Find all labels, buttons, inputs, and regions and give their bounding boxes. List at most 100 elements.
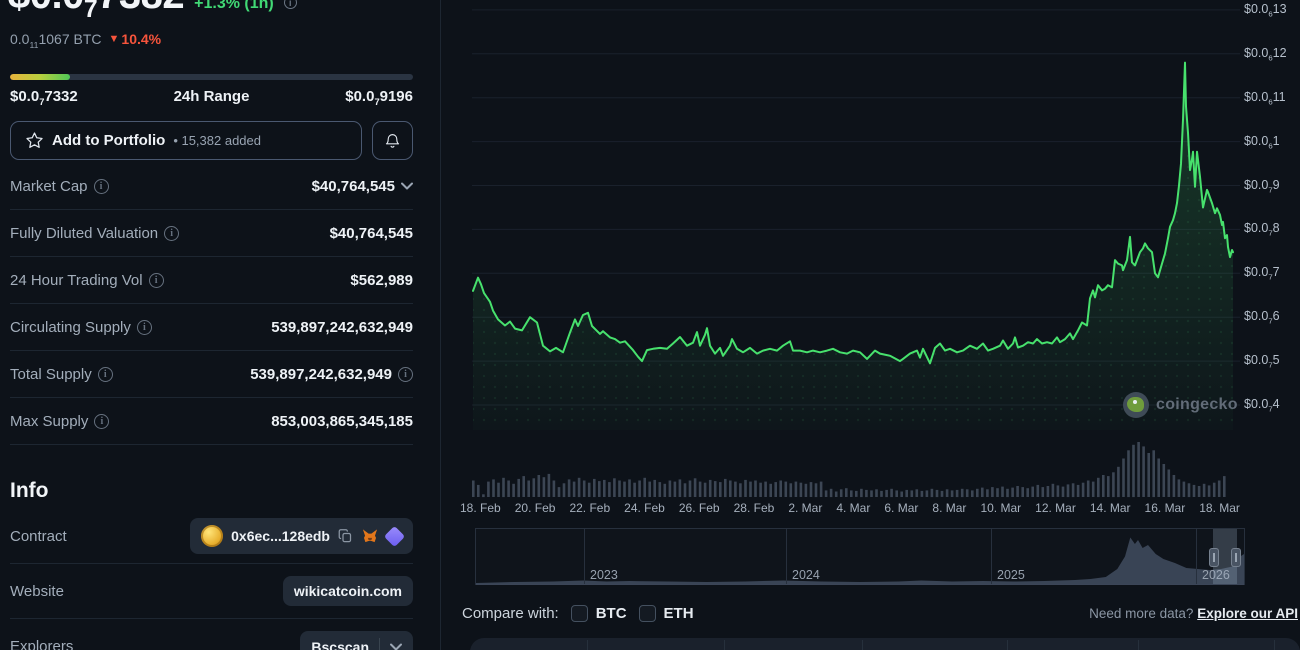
chevron-down-icon[interactable] xyxy=(401,182,413,190)
stat-row-fdv: Fully Diluted Valuation i $40,764,545 xyxy=(10,210,413,257)
coingecko-watermark: coingecko xyxy=(1123,392,1238,418)
info-icon[interactable]: i xyxy=(94,414,109,429)
year-divider xyxy=(584,529,585,584)
x-axis-tick: 2. Mar xyxy=(788,501,822,515)
compare-option-eth[interactable]: ETH xyxy=(639,605,694,622)
compare-option-btc[interactable]: BTC xyxy=(571,605,627,622)
bell-icon xyxy=(384,132,401,150)
y-axis-tick: $0.0613 xyxy=(1244,2,1287,16)
contract-label: Contract xyxy=(10,528,67,545)
explorers-pill[interactable]: Bscscan xyxy=(300,631,413,650)
btc-checkbox[interactable] xyxy=(571,605,588,622)
year-divider xyxy=(1196,529,1197,584)
add-to-portfolio-button[interactable]: Add to Portfolio • 15,382 added xyxy=(10,121,362,160)
y-axis-tick: $0.074 xyxy=(1244,397,1280,411)
x-axis-tick: 6. Mar xyxy=(884,501,918,515)
alert-bell-button[interactable] xyxy=(372,121,413,160)
stat-value: $40,764,545 xyxy=(312,178,395,195)
y-axis-tick: $0.078 xyxy=(1244,221,1280,235)
timeline-year: 2024 xyxy=(792,568,820,582)
api-prompt-text: Need more data? xyxy=(1089,606,1193,621)
info-icon[interactable]: i xyxy=(398,367,413,382)
eth-label: ETH xyxy=(664,605,694,622)
selection-handle-right[interactable] xyxy=(1231,548,1241,567)
x-axis-tick: 16. Mar xyxy=(1145,501,1186,515)
stat-row-max-supply: Max Supply i 853,003,865,345,185 xyxy=(10,398,413,445)
coin-price: $0.077382 xyxy=(8,0,184,18)
star-icon xyxy=(25,131,44,150)
y-axis-tick: $0.075 xyxy=(1244,353,1280,367)
info-rows: Contract 0x6ec...128edb Website wikicatc… xyxy=(10,509,413,650)
website-pill[interactable]: wikicatcoin.com xyxy=(283,576,413,606)
copy-icon[interactable] xyxy=(338,528,353,544)
stat-label: Market Cap xyxy=(10,178,88,195)
explorer-name: Bscscan xyxy=(311,639,369,650)
y-axis-tick: $0.061 xyxy=(1244,134,1280,148)
x-axis-tick: 18. Feb xyxy=(460,501,501,515)
info-icon[interactable]: i xyxy=(137,320,152,335)
timeline-scrubber[interactable]: 2023202420252026 xyxy=(475,528,1245,585)
info-section-title: Info xyxy=(10,479,48,503)
btc-price-row: 0.0111067 BTC ▼10.4% xyxy=(10,31,161,47)
wallet-gem-icon[interactable] xyxy=(384,525,405,546)
range-title: 24h Range xyxy=(174,88,250,105)
panel-divider xyxy=(440,0,441,650)
stat-row-total-supply: Total Supply i 539,897,242,632,949 i xyxy=(10,351,413,398)
stat-value: 853,003,865,345,185 xyxy=(271,413,413,430)
btc-label: BTC xyxy=(596,605,627,622)
contract-address: 0x6ec...128edb xyxy=(231,528,330,544)
y-axis-tick: $0.079 xyxy=(1244,178,1280,192)
y-axis-tick: $0.077 xyxy=(1244,265,1280,279)
y-axis-tick: $0.076 xyxy=(1244,309,1280,323)
x-axis-tick: 12. Mar xyxy=(1035,501,1076,515)
info-icon[interactable]: i xyxy=(164,226,179,241)
api-link[interactable]: Explore our API xyxy=(1197,606,1298,621)
explorers-row: Explorers Bscscan xyxy=(10,619,413,650)
portfolio-label: Add to Portfolio xyxy=(52,132,165,149)
stat-row-market-cap[interactable]: Market Cap i $40,764,545 xyxy=(10,163,413,210)
stat-label: Max Supply xyxy=(10,413,88,430)
stat-row-circulating-supply: Circulating Supply i 539,897,242,632,949 xyxy=(10,304,413,351)
y-axis-tick: $0.0611 xyxy=(1244,90,1286,104)
divider xyxy=(379,638,380,650)
timeframe-panel[interactable] xyxy=(470,638,1300,650)
eth-checkbox[interactable] xyxy=(639,605,656,622)
x-axis-tick: 10. Mar xyxy=(980,501,1021,515)
stat-value: $562,989 xyxy=(350,272,413,289)
year-divider xyxy=(786,529,787,584)
x-axis-tick: 4. Mar xyxy=(836,501,870,515)
btc-price: 0.0111067 BTC xyxy=(10,31,102,47)
info-icon[interactable]: i xyxy=(94,179,109,194)
website-label: Website xyxy=(10,583,64,600)
website-row: Website wikicatcoin.com xyxy=(10,564,413,619)
watermark-text: coingecko xyxy=(1156,396,1238,414)
segment-divider xyxy=(1274,640,1275,650)
range-high: $0.079196 xyxy=(345,88,413,105)
stat-value: 539,897,242,632,949 xyxy=(271,319,413,336)
compare-label: Compare with: xyxy=(462,605,559,622)
stat-value: 539,897,242,632,949 xyxy=(250,366,392,383)
stat-label: Fully Diluted Valuation xyxy=(10,225,158,242)
market-stats: Market Cap i $40,764,545 Fully Diluted Va… xyxy=(10,163,413,445)
timeline-year: 2023 xyxy=(590,568,618,582)
stat-value: $40,764,545 xyxy=(330,225,413,242)
range-bar xyxy=(10,74,413,80)
segment-divider xyxy=(587,640,588,650)
coin-logo-icon xyxy=(201,525,223,547)
info-icon[interactable]: i xyxy=(149,273,164,288)
chevron-down-icon[interactable] xyxy=(390,643,402,650)
price-chart[interactable] xyxy=(460,0,1240,500)
contract-pill[interactable]: 0x6ec...128edb xyxy=(190,518,413,554)
segment-divider xyxy=(1007,640,1008,650)
metamask-icon[interactable] xyxy=(361,528,379,545)
selection-handle-left[interactable] xyxy=(1209,548,1219,567)
x-axis-tick: 28. Feb xyxy=(734,501,775,515)
stat-label: Circulating Supply xyxy=(10,319,131,336)
segment-divider xyxy=(1138,640,1139,650)
info-icon[interactable]: i xyxy=(284,0,297,9)
compare-row: Compare with: BTC ETH Need more data? Ex… xyxy=(462,599,1298,627)
stat-label: Total Supply xyxy=(10,366,92,383)
x-axis-tick: 24. Feb xyxy=(624,501,665,515)
range-bar-fill xyxy=(10,74,70,80)
info-icon[interactable]: i xyxy=(98,367,113,382)
